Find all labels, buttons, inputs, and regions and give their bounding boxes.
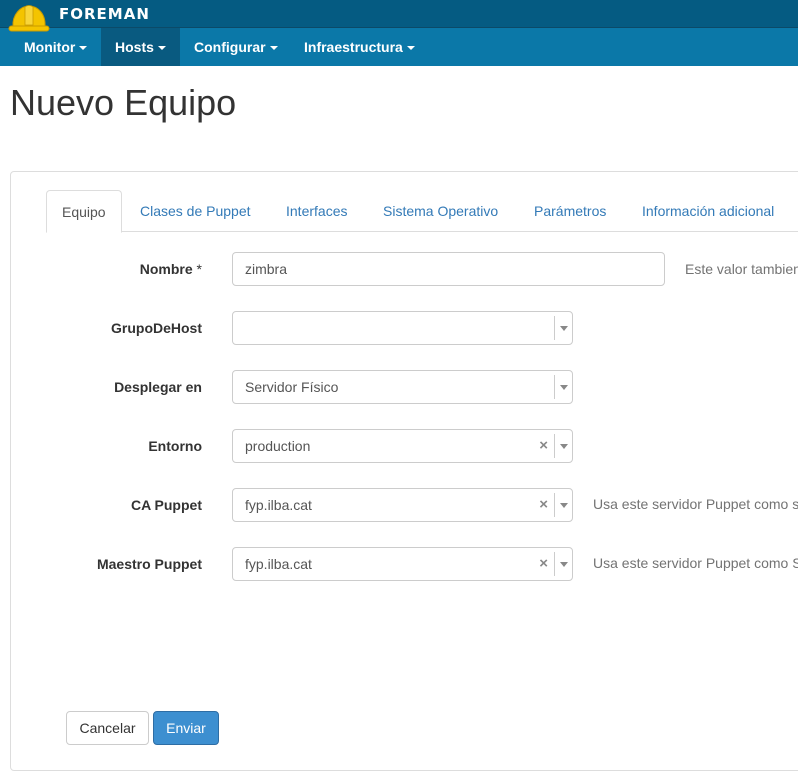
tab-informacion-adicional[interactable]: Información adicional: [642, 190, 774, 232]
caret-down-icon: [406, 46, 415, 51]
form-tabs: Equipo Clases de Puppet Interfaces Siste…: [46, 190, 798, 233]
nav-infraestructura-label: Infraestructura: [304, 39, 403, 55]
clear-icon[interactable]: ×: [539, 489, 548, 521]
nav-configurar[interactable]: Configurar: [180, 28, 292, 66]
ca-puppet-help: Usa este servidor Puppet como s: [593, 496, 798, 512]
maestro-puppet-select[interactable]: fyp.ilba.cat ×: [232, 547, 573, 581]
nav-monitor-label: Monitor: [24, 39, 76, 55]
brand-name[interactable]: FOREMAN: [59, 5, 150, 23]
tab-sistema-operativo[interactable]: Sistema Operativo: [383, 190, 498, 232]
grupo-select[interactable]: [232, 311, 573, 345]
nav-hosts-label: Hosts: [115, 39, 154, 55]
clear-icon[interactable]: ×: [539, 548, 548, 580]
cancel-button[interactable]: Cancelar: [66, 711, 149, 745]
desplegar-select[interactable]: Servidor Físico: [232, 370, 573, 404]
caret-down-icon: [79, 46, 88, 51]
tab-clases-puppet[interactable]: Clases de Puppet: [140, 190, 251, 232]
desplegar-value: Servidor Físico: [245, 379, 339, 395]
ca-puppet-value: fyp.ilba.cat: [245, 497, 312, 513]
nombre-label: Nombre *: [30, 261, 202, 277]
brand-bar: FOREMAN: [0, 0, 798, 32]
tab-interfaces[interactable]: Interfaces: [286, 190, 347, 232]
nombre-input[interactable]: zimbra: [232, 252, 665, 286]
dropdown-arrow-icon[interactable]: [554, 552, 572, 576]
maestro-puppet-label: Maestro Puppet: [96, 556, 202, 572]
nav-configurar-label: Configurar: [194, 39, 266, 55]
grupo-label: GrupoDeHost: [111, 320, 202, 336]
caret-down-icon: [157, 46, 166, 51]
ca-puppet-select[interactable]: fyp.ilba.cat ×: [232, 488, 573, 522]
submit-button[interactable]: Enviar: [153, 711, 219, 745]
hard-hat-icon[interactable]: [8, 1, 50, 35]
desplegar-label: Desplegar en: [114, 379, 202, 395]
nav-hosts[interactable]: Hosts: [101, 28, 180, 66]
required-mark: *: [196, 261, 202, 277]
maestro-puppet-value: fyp.ilba.cat: [245, 556, 312, 572]
entorno-value: production: [245, 438, 311, 454]
dropdown-arrow-icon[interactable]: [554, 375, 572, 399]
entorno-select[interactable]: production ×: [232, 429, 573, 463]
ca-puppet-label: CA Puppet: [130, 497, 202, 513]
entorno-label: Entorno: [148, 438, 202, 454]
dropdown-arrow-icon[interactable]: [554, 434, 572, 458]
nombre-help: Este valor tambien: [685, 261, 798, 277]
nombre-label-text: Nombre: [139, 261, 193, 277]
page-title: Nuevo Equipo: [10, 82, 237, 123]
clear-icon[interactable]: ×: [539, 430, 548, 462]
dropdown-arrow-icon[interactable]: [554, 316, 572, 340]
dropdown-arrow-icon[interactable]: [554, 493, 572, 517]
caret-down-icon: [269, 46, 278, 51]
main-nav: Monitor Hosts Configurar Infraestructura: [0, 28, 798, 66]
tab-equipo[interactable]: Equipo: [46, 190, 122, 233]
tab-parametros[interactable]: Parámetros: [534, 190, 606, 232]
maestro-puppet-help: Usa este servidor Puppet como S: [593, 555, 798, 571]
nav-infraestructura[interactable]: Infraestructura: [290, 28, 429, 66]
